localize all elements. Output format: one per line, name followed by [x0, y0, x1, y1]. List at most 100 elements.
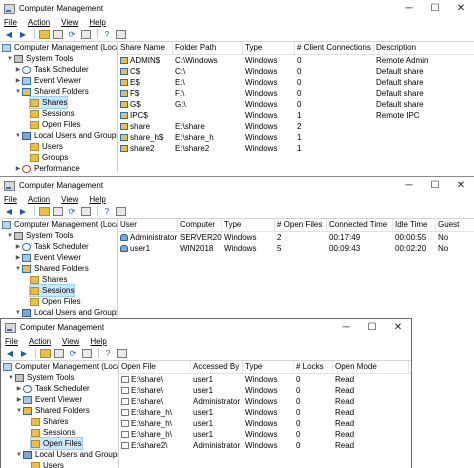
- tree-shared-folders[interactable]: ▼Shared Folders: [15, 405, 90, 416]
- tree-system-tools[interactable]: ▼System Tools: [6, 230, 73, 241]
- forward-icon[interactable]: ▶: [17, 206, 29, 217]
- tree-root[interactable]: Computer Management (Local): [2, 219, 118, 230]
- column-header[interactable]: # Open Files: [275, 219, 327, 231]
- collapse-icon[interactable]: ▼: [6, 56, 14, 62]
- collapse-icon[interactable]: ▼: [14, 89, 22, 95]
- expand-icon[interactable]: ▶: [14, 66, 22, 73]
- title-bar[interactable]: Computer Management ─ ☐ ✕: [0, 177, 474, 194]
- tree-shared-folders[interactable]: ▼Shared Folders: [14, 86, 89, 97]
- table-row[interactable]: G$G:\Windows0Default share: [118, 99, 474, 110]
- column-header[interactable]: User: [118, 219, 178, 231]
- tree-event-viewer[interactable]: ▶Event Viewer: [14, 252, 81, 263]
- menu-view[interactable]: View: [61, 18, 78, 27]
- collapse-icon[interactable]: ▼: [14, 266, 22, 272]
- expand-icon[interactable]: ▶: [14, 254, 22, 261]
- refresh-icon[interactable]: ⟳: [66, 29, 78, 40]
- maximize-button[interactable]: ☐: [422, 177, 448, 194]
- column-header[interactable]: Computer: [178, 219, 222, 231]
- menu-help[interactable]: Help: [89, 195, 105, 204]
- menu-action[interactable]: Action: [29, 337, 51, 346]
- menu-action[interactable]: Action: [28, 195, 50, 204]
- tree-groups[interactable]: Groups: [30, 152, 68, 163]
- column-header[interactable]: Open Mode: [333, 361, 409, 373]
- column-header[interactable]: # Client Connections: [295, 42, 374, 54]
- column-header[interactable]: Type: [243, 361, 294, 373]
- tree-task-scheduler[interactable]: ▶Task Scheduler: [14, 241, 89, 252]
- column-header[interactable]: Description: [374, 42, 474, 54]
- menu-file[interactable]: File: [5, 337, 18, 346]
- up-icon[interactable]: [38, 206, 50, 217]
- expand-icon[interactable]: ▶: [14, 77, 22, 84]
- up-icon[interactable]: [38, 29, 50, 40]
- table-row[interactable]: AdministratorSERVER201...Windows200:17:4…: [118, 232, 474, 243]
- tree-performance[interactable]: ▶Performance: [14, 163, 80, 173]
- back-icon[interactable]: ◀: [3, 206, 15, 217]
- tree-event-viewer[interactable]: ▶Event Viewer: [15, 394, 82, 405]
- minimize-button[interactable]: ─: [396, 177, 422, 194]
- close-button[interactable]: ✕: [385, 319, 411, 336]
- column-header[interactable]: Open File: [119, 361, 191, 373]
- tree-shares[interactable]: Shares: [31, 416, 68, 427]
- tree-users[interactable]: Users: [30, 141, 63, 152]
- maximize-button[interactable]: ☐: [359, 319, 385, 336]
- table-row[interactable]: user1WIN2018Windows500:09:4300:02:20No: [118, 243, 474, 254]
- table-row[interactable]: E:\share_h\user1Windows0Read: [119, 429, 411, 440]
- minimize-button[interactable]: ─: [396, 0, 422, 17]
- table-row[interactable]: ADMIN$C:\WindowsWindows0Remote Admin: [118, 55, 474, 66]
- tree-sessions[interactable]: Sessions: [30, 285, 74, 296]
- tree-shared-folders[interactable]: ▼Shared Folders: [14, 263, 89, 274]
- collapse-icon[interactable]: ▼: [15, 452, 23, 458]
- close-button[interactable]: ✕: [448, 0, 474, 17]
- table-row[interactable]: E:\share_h\user1Windows0Read: [119, 418, 411, 429]
- column-header[interactable]: Guest: [436, 219, 474, 231]
- tree-shares[interactable]: Shares: [30, 97, 67, 108]
- column-header[interactable]: Connected Time: [327, 219, 393, 231]
- table-row[interactable]: E:\share\user1Windows0Read: [119, 385, 411, 396]
- column-header[interactable]: Type: [222, 219, 275, 231]
- expand-icon[interactable]: ▶: [15, 385, 23, 392]
- expand-icon[interactable]: ▶: [14, 243, 22, 250]
- refresh-icon[interactable]: ⟳: [66, 206, 78, 217]
- menu-view[interactable]: View: [62, 337, 79, 346]
- table-row[interactable]: shareE:\shareWindows2: [118, 121, 474, 132]
- close-button[interactable]: ✕: [448, 177, 474, 194]
- back-icon[interactable]: ◀: [3, 29, 15, 40]
- up-icon[interactable]: [39, 348, 51, 359]
- tree-event-viewer[interactable]: ▶Event Viewer: [14, 75, 81, 86]
- tree-sessions[interactable]: Sessions: [31, 427, 75, 438]
- table-row[interactable]: share2E:\share2Windows1: [118, 143, 474, 154]
- back-icon[interactable]: ◀: [4, 348, 16, 359]
- table-row[interactable]: E$E:\Windows0Default share: [118, 77, 474, 88]
- tree-root[interactable]: Computer Management (Local): [2, 42, 118, 53]
- expand-icon[interactable]: ▶: [15, 396, 23, 403]
- table-row[interactable]: E:\share\AdministratorWindows0Read: [119, 396, 411, 407]
- export-icon[interactable]: [81, 348, 93, 359]
- collapse-icon[interactable]: ▼: [6, 233, 14, 239]
- table-row[interactable]: IPC$Windows1Remote IPC: [118, 110, 474, 121]
- menu-help[interactable]: Help: [89, 18, 105, 27]
- tree-system-tools[interactable]: ▼System Tools: [6, 53, 73, 64]
- table-row[interactable]: E:\share_h\user1Windows0Read: [119, 407, 411, 418]
- title-bar[interactable]: Computer Management ─ ☐ ✕: [0, 0, 474, 17]
- table-row[interactable]: E:\share\user1Windows0Read: [119, 374, 411, 385]
- collapse-icon[interactable]: ▼: [15, 408, 23, 414]
- show-hide-tree-icon[interactable]: [52, 29, 64, 40]
- column-header[interactable]: Accessed By: [191, 361, 243, 373]
- tree-open-files[interactable]: Open Files: [30, 296, 81, 307]
- maximize-button[interactable]: ☐: [422, 0, 448, 17]
- title-bar[interactable]: Computer Management ─ ☐ ✕: [1, 319, 411, 336]
- tree-shares[interactable]: Shares: [30, 274, 67, 285]
- properties-icon[interactable]: [115, 29, 127, 40]
- column-header[interactable]: Idle Time: [393, 219, 436, 231]
- menu-action[interactable]: Action: [28, 18, 50, 27]
- tree-task-scheduler[interactable]: ▶Task Scheduler: [14, 64, 89, 75]
- collapse-icon[interactable]: ▼: [7, 375, 15, 381]
- table-row[interactable]: C$C:\Windows0Default share: [118, 66, 474, 77]
- table-row[interactable]: share_h$E:\share_hWindows1: [118, 132, 474, 143]
- expand-icon[interactable]: ▶: [14, 165, 22, 172]
- show-hide-tree-icon[interactable]: [52, 206, 64, 217]
- menu-file[interactable]: File: [4, 195, 17, 204]
- menu-view[interactable]: View: [61, 195, 78, 204]
- tree-task-scheduler[interactable]: ▶Task Scheduler: [15, 383, 90, 394]
- tree-system-tools[interactable]: ▼System Tools: [7, 372, 74, 383]
